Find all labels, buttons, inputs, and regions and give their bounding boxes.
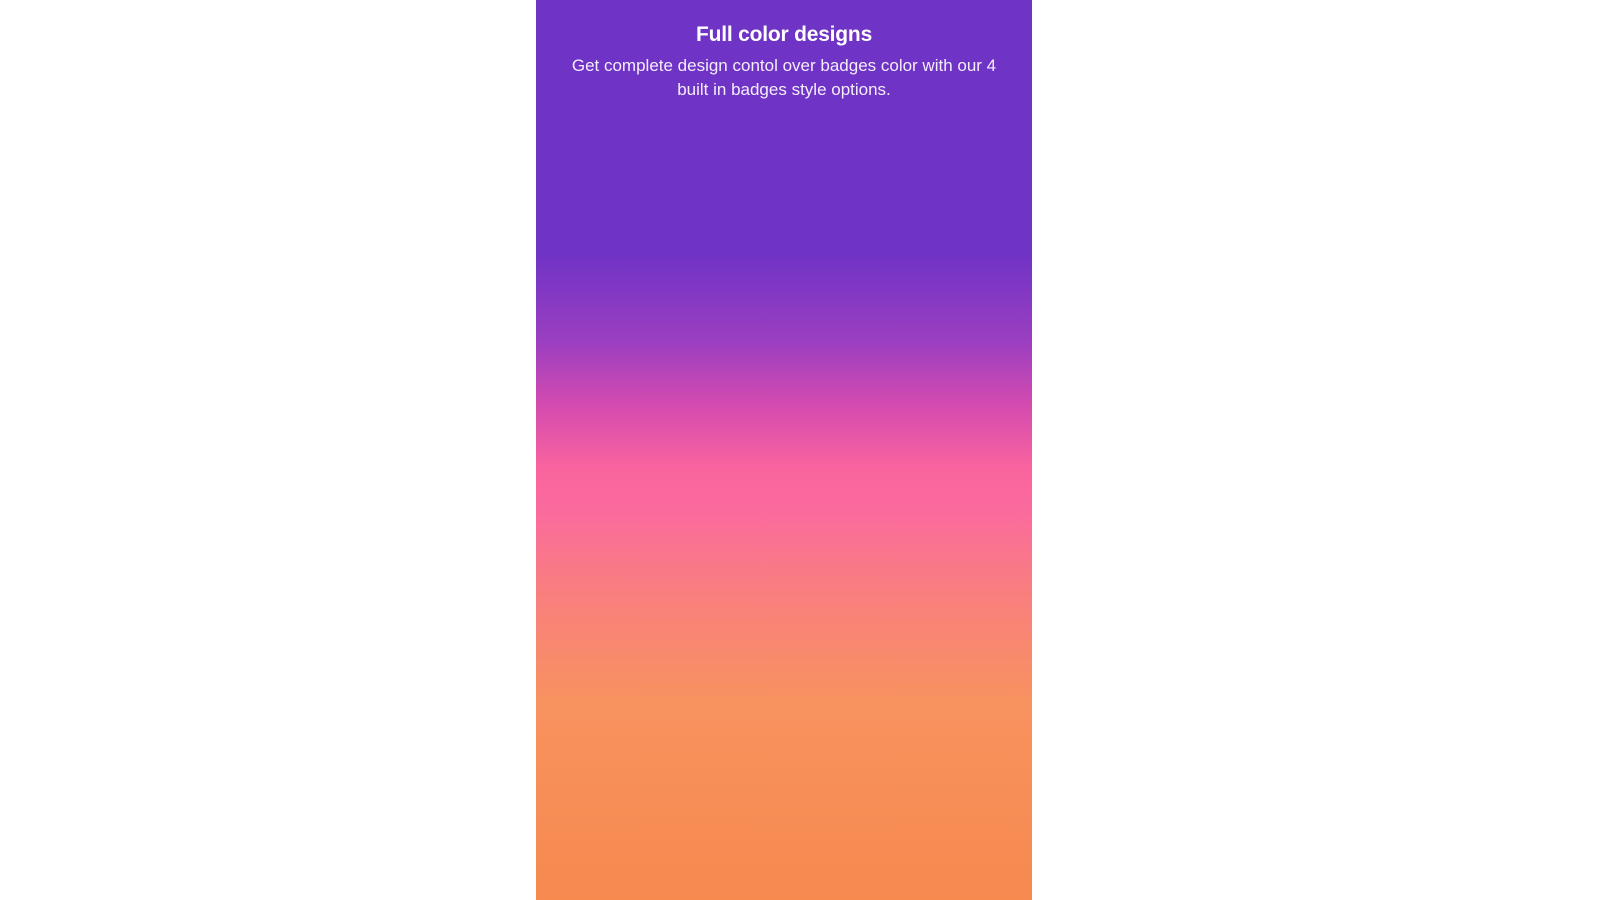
- screenshot-canvas: Full color designs Get complete design c…: [0, 0, 1600, 900]
- promo-header: Full color designs Get complete design c…: [536, 22, 1032, 102]
- promo-title: Full color designs: [695, 23, 873, 46]
- promo-subtitle: Get complete design contol over badges c…: [571, 56, 997, 99]
- promo-panel: Full color designs Get complete design c…: [536, 0, 1032, 900]
